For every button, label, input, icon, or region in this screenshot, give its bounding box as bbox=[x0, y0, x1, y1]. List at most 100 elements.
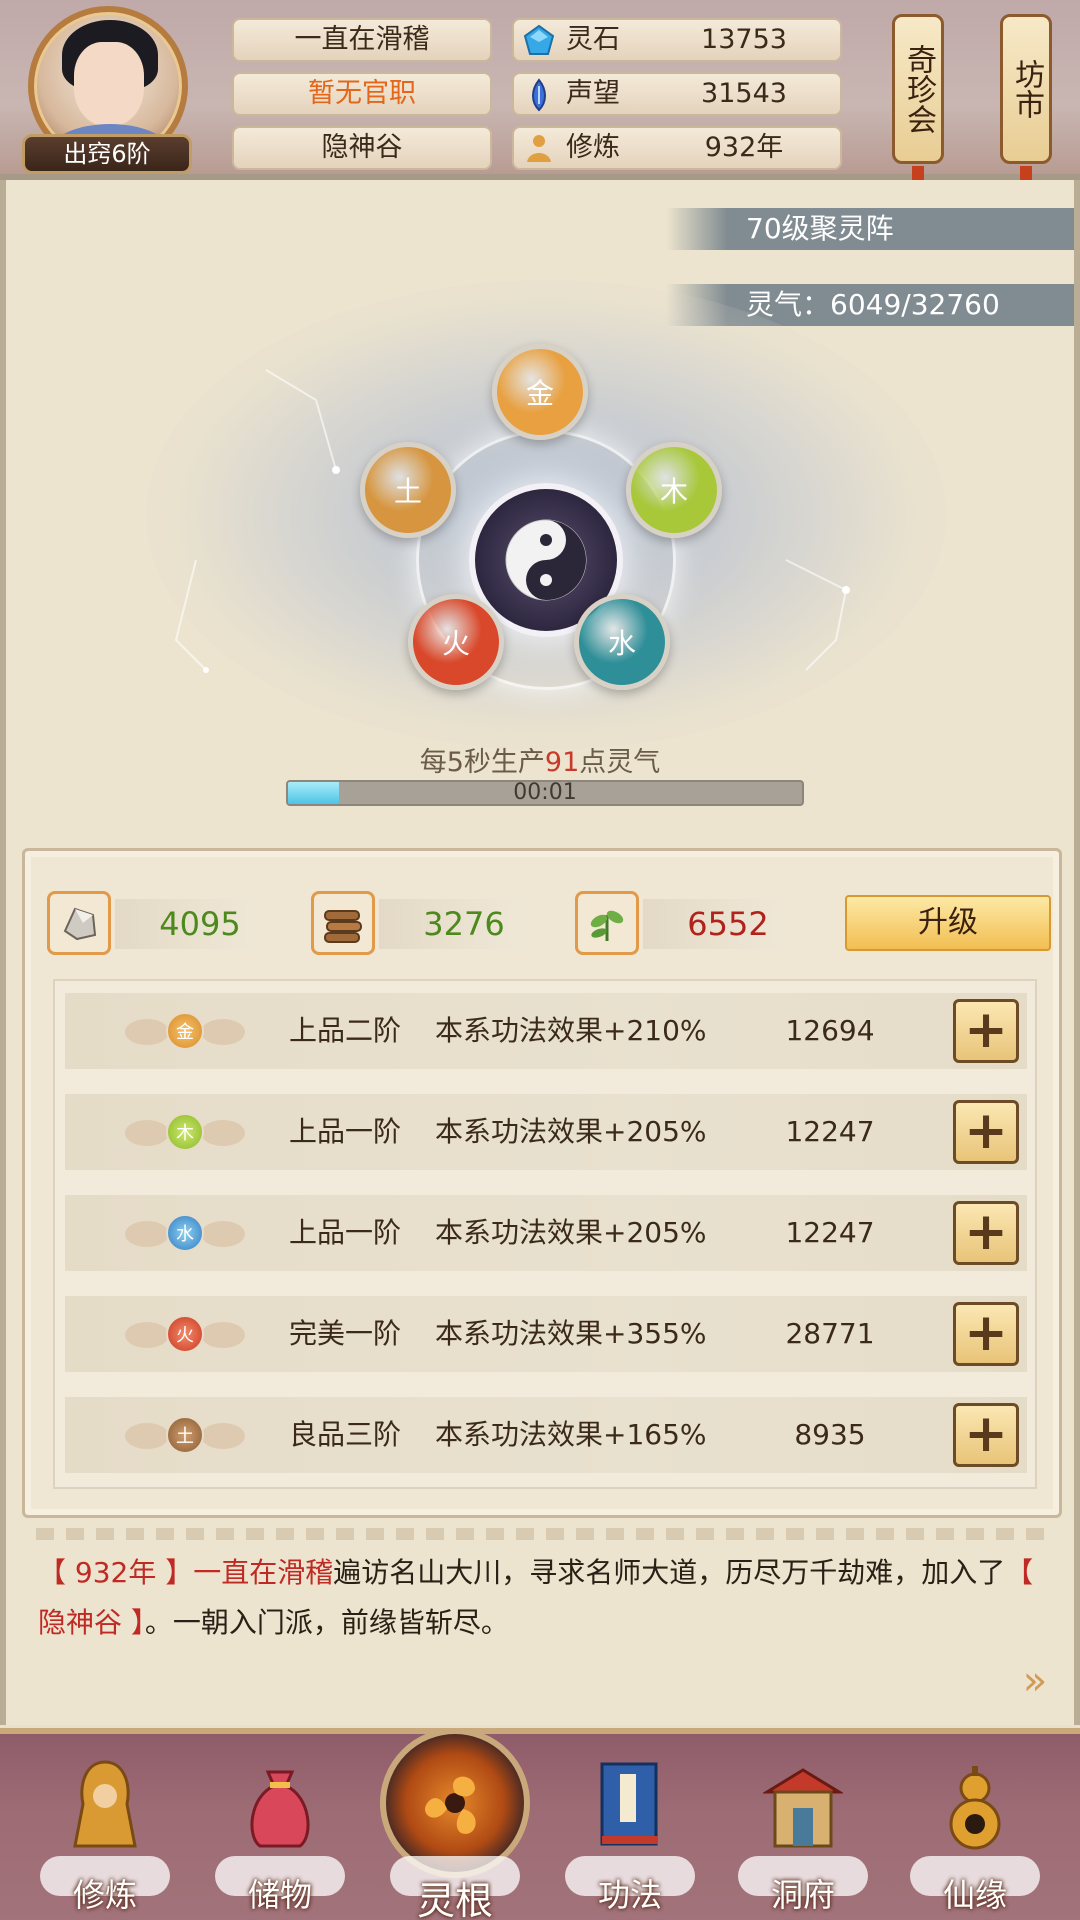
element-orb-fire[interactable]: 火 bbox=[408, 594, 504, 690]
prestige-crystal-icon bbox=[522, 78, 556, 112]
sect-name: 隐神谷 bbox=[232, 126, 492, 170]
add-wood-button[interactable]: + bbox=[953, 1100, 1019, 1164]
story-year: 【 932年 】 bbox=[38, 1556, 194, 1589]
upgrade-button[interactable]: 升级 bbox=[845, 895, 1051, 951]
element-label: 木 bbox=[659, 475, 688, 508]
element-label: 水 bbox=[166, 1214, 204, 1252]
nav-label: 功法 bbox=[597, 1876, 662, 1914]
wood-icon bbox=[311, 891, 375, 955]
resource-value: 31543 bbox=[701, 78, 787, 109]
earth-root-icon: 土 bbox=[125, 1405, 245, 1465]
element-label: 金 bbox=[166, 1012, 204, 1050]
element-label: 土 bbox=[166, 1416, 204, 1454]
add-water-button[interactable]: + bbox=[953, 1201, 1019, 1265]
spirit-root-row-water: 水 上品一阶 本系功法效果+205% 12247 + bbox=[65, 1195, 1027, 1271]
production-progress-bar: 00:01 bbox=[286, 780, 804, 806]
root-value: 12247 bbox=[785, 1216, 875, 1249]
story-text-1: 遍访名山大川，寻求名师大道，历尽万千劫难，加入了 bbox=[333, 1556, 1006, 1589]
bottom-nav: 修炼 储物 灵根 功法 洞府 仙缘 bbox=[0, 1728, 1080, 1920]
market-label: 坊市 bbox=[1009, 59, 1044, 119]
resource-spirit-stone: 灵石 13753 bbox=[512, 18, 842, 62]
resource-label: 声望 bbox=[566, 78, 620, 109]
avatar-face bbox=[74, 42, 144, 126]
root-grade: 良品三阶 bbox=[288, 1418, 401, 1451]
resource-value: 13753 bbox=[701, 24, 787, 55]
meditation-icon bbox=[522, 132, 556, 166]
nav-label: 洞府 bbox=[770, 1876, 835, 1914]
root-grade: 上品一阶 bbox=[288, 1115, 401, 1148]
spirit-root-main: 70级聚灵阵 灵气：6049/32760 金 木 水 火 土 每5秒生产91点灵… bbox=[0, 180, 1080, 1725]
treasure-auction-button[interactable]: 奇珍会 bbox=[892, 14, 944, 164]
array-level-ribbon: 70级聚灵阵 bbox=[666, 208, 1074, 250]
root-effect: 本系功法效果+165% bbox=[435, 1418, 707, 1451]
meditation-monk-icon bbox=[65, 1756, 145, 1856]
spirit-root-row-fire: 火 完美一阶 本系功法效果+355% 28771 + bbox=[65, 1296, 1027, 1372]
resource-value: 932年 bbox=[704, 132, 784, 163]
fire-root-icon: 火 bbox=[125, 1304, 245, 1364]
spirit-root-row-wood: 木 上品一阶 本系功法效果+205% 12247 + bbox=[65, 1094, 1027, 1170]
production-suffix: 点灵气 bbox=[579, 747, 661, 778]
top-header: 出窍6阶 一直在滑稽 暂无官职 隐神谷 灵石 13753 声望 31543 修炼… bbox=[0, 0, 1080, 202]
root-effect: 本系功法效果+205% bbox=[435, 1115, 707, 1148]
add-metal-button[interactable]: + bbox=[953, 999, 1019, 1063]
element-label: 火 bbox=[166, 1315, 204, 1353]
gourd-icon bbox=[935, 1756, 1015, 1856]
nav-label: 仙缘 bbox=[942, 1876, 1007, 1914]
root-value: 12247 bbox=[785, 1115, 875, 1148]
production-prefix: 每5秒生产 bbox=[419, 747, 545, 778]
root-effect: 本系功法效果+355% bbox=[435, 1317, 707, 1350]
resource-label: 修炼 bbox=[566, 132, 620, 163]
resource-label: 灵石 bbox=[566, 24, 620, 55]
ore-icon bbox=[47, 891, 111, 955]
market-button[interactable]: 坊市 bbox=[1000, 14, 1052, 164]
story-text-2: 。一朝入门派，前缘皆斩尽。 bbox=[144, 1606, 509, 1639]
root-value: 28771 bbox=[785, 1317, 875, 1350]
spirit-stone-icon bbox=[522, 24, 556, 58]
herb-icon bbox=[575, 891, 639, 955]
spirit-root-row-metal: 金 上品二阶 本系功法效果+210% 12694 + bbox=[65, 993, 1027, 1069]
resource-cultivation: 修炼 932年 bbox=[512, 126, 842, 170]
root-effect: 本系功法效果+210% bbox=[435, 1014, 707, 1047]
herb-value: 6552 bbox=[643, 899, 813, 949]
metal-root-icon: 金 bbox=[125, 1001, 245, 1061]
cave-mansion-icon bbox=[763, 1756, 843, 1856]
spirit-root-panel: 4095 3276 6552 升级 金 上品二阶 本系功法效果+210% 126… bbox=[22, 848, 1062, 1518]
rank-badge: 出窍6阶 bbox=[22, 134, 192, 174]
production-value: 91 bbox=[544, 747, 580, 778]
spirit-root-list: 金 上品二阶 本系功法效果+210% 12694 + 木 上品一阶 本系功法效果… bbox=[53, 979, 1037, 1489]
element-label: 水 bbox=[607, 627, 636, 660]
resource-prestige: 声望 31543 bbox=[512, 72, 842, 116]
nav-spirit-root[interactable]: 灵根 bbox=[380, 1728, 530, 1920]
element-orb-wood[interactable]: 木 bbox=[626, 442, 722, 538]
root-value: 12694 bbox=[785, 1014, 875, 1047]
story-player-name: 一直在滑稽 bbox=[193, 1556, 334, 1589]
spirit-root-row-earth: 土 良品三阶 本系功法效果+165% 8935 + bbox=[65, 1397, 1027, 1473]
nav-storage[interactable]: 储物 bbox=[205, 1748, 355, 1920]
progress-timer: 00:01 bbox=[513, 780, 577, 805]
scripture-book-icon bbox=[590, 1756, 670, 1856]
element-label: 土 bbox=[393, 475, 422, 508]
element-orb-metal[interactable]: 金 bbox=[492, 344, 588, 440]
wood-value: 3276 bbox=[379, 899, 549, 949]
root-grade: 完美一阶 bbox=[288, 1317, 401, 1350]
nav-immortal-fate[interactable]: 仙缘 bbox=[900, 1748, 1050, 1920]
root-value: 8935 bbox=[794, 1418, 866, 1451]
element-label: 火 bbox=[441, 627, 470, 660]
next-arrow-icon[interactable]: » bbox=[1012, 1658, 1058, 1704]
nav-cave-mansion[interactable]: 洞府 bbox=[728, 1748, 878, 1920]
element-orb-water[interactable]: 水 bbox=[574, 594, 670, 690]
storage-bag-icon bbox=[240, 1756, 320, 1856]
element-label: 木 bbox=[166, 1113, 204, 1151]
nav-cultivate[interactable]: 修炼 bbox=[30, 1748, 180, 1920]
nav-label: 储物 bbox=[247, 1876, 312, 1914]
nav-label: 灵根 bbox=[416, 1879, 493, 1920]
add-fire-button[interactable]: + bbox=[953, 1302, 1019, 1366]
root-grade: 上品二阶 bbox=[288, 1014, 401, 1047]
element-orb-earth[interactable]: 土 bbox=[360, 442, 456, 538]
nav-techniques[interactable]: 功法 bbox=[555, 1748, 705, 1920]
nav-label: 修炼 bbox=[72, 1876, 137, 1914]
element-label: 金 bbox=[525, 377, 554, 410]
wood-root-icon: 木 bbox=[125, 1102, 245, 1162]
add-earth-button[interactable]: + bbox=[953, 1403, 1019, 1467]
ore-value: 4095 bbox=[115, 899, 285, 949]
